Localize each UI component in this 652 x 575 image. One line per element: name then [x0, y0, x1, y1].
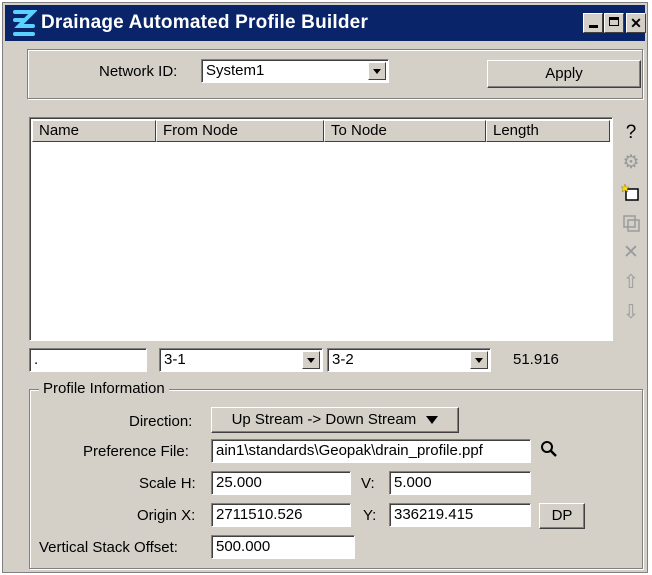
caret-down-icon — [426, 416, 439, 425]
close-icon[interactable]: ✕ — [626, 13, 646, 33]
column-header-name[interactable]: Name — [32, 120, 156, 142]
origin-y-label: Y: — [363, 507, 377, 524]
from-node-value: 3-1 — [164, 351, 186, 368]
origin-x-label: Origin X: — [137, 507, 196, 524]
direction-dropdown[interactable]: Up Stream -> Down Stream — [211, 407, 459, 433]
segment-length: 51.916 — [513, 351, 559, 368]
vertical-stack-offset-input[interactable]: 500.000 — [211, 535, 355, 559]
chevron-down-icon[interactable] — [302, 351, 320, 369]
app-window: Drainage Automated Profile Builder ✕ Net… — [2, 2, 648, 573]
to-node-value: 3-2 — [332, 351, 354, 368]
preference-file-label: Preference File: — [83, 443, 189, 460]
chevron-down-icon[interactable] — [368, 62, 386, 80]
window-title: Drainage Automated Profile Builder — [41, 12, 369, 33]
from-node-dropdown[interactable]: 3-1 — [159, 348, 323, 372]
maximize-icon[interactable] — [604, 13, 624, 33]
scale-h-label: Scale H: — [139, 475, 196, 492]
network-id-dropdown[interactable]: System1 — [201, 59, 389, 83]
column-header-to-node[interactable]: To Node — [324, 120, 486, 142]
move-down-icon[interactable]: ⇩ — [619, 301, 643, 325]
network-id-value: System1 — [206, 62, 265, 79]
chevron-down-icon[interactable] — [470, 351, 488, 369]
column-header-length[interactable]: Length — [486, 120, 610, 142]
vertical-stack-offset-label: Vertical Stack Offset: — [39, 539, 178, 556]
to-node-dropdown[interactable]: 3-2 — [327, 348, 491, 372]
origin-y-input[interactable]: 336219.415 — [389, 503, 531, 527]
delete-icon[interactable]: ✕ — [619, 241, 643, 265]
dp-button[interactable]: DP — [539, 503, 585, 529]
scale-v-label: V: — [361, 475, 375, 492]
direction-label: Direction: — [129, 413, 193, 430]
origin-x-input[interactable]: 2711510.526 — [211, 503, 351, 527]
minimize-icon[interactable] — [583, 13, 603, 33]
search-icon[interactable] — [537, 437, 561, 461]
link-icon[interactable]: ⚙ — [619, 151, 643, 175]
preference-file-input[interactable]: ain1\standards\Geopak\drain_profile.ppf — [211, 439, 531, 463]
app-logo-icon — [13, 10, 37, 36]
segment-list[interactable]: Name From Node To Node Length — [29, 117, 613, 341]
scale-h-input[interactable]: 25.000 — [211, 471, 351, 495]
help-icon[interactable]: ? — [619, 121, 643, 145]
new-icon[interactable] — [619, 181, 643, 205]
move-up-icon[interactable]: ⇧ — [619, 271, 643, 295]
column-header-from-node[interactable]: From Node — [156, 120, 324, 142]
profile-group-title: Profile Information — [39, 380, 169, 397]
title-bar[interactable]: Drainage Automated Profile Builder ✕ — [5, 5, 646, 41]
copy-icon[interactable] — [619, 211, 643, 235]
segment-name-input[interactable]: . — [29, 348, 147, 372]
direction-value: Up Stream -> Down Stream — [231, 411, 417, 428]
network-id-label: Network ID: — [99, 63, 178, 80]
apply-button[interactable]: Apply — [487, 60, 641, 88]
scale-v-input[interactable]: 5.000 — [389, 471, 531, 495]
